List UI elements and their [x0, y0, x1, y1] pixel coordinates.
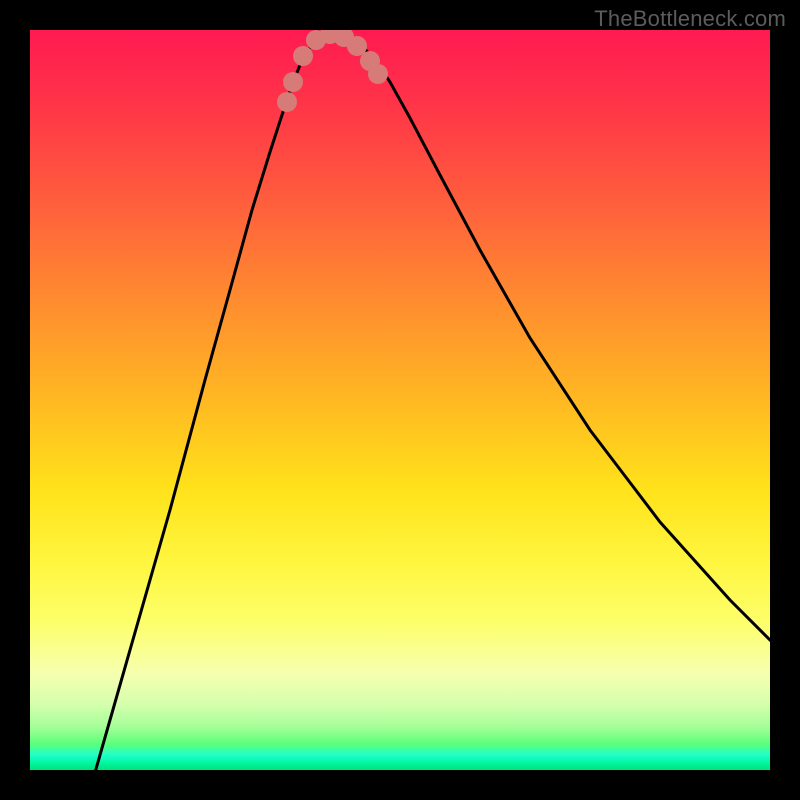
curve-group: [90, 32, 770, 770]
plot-area: [30, 30, 770, 770]
curve-marker: [283, 72, 303, 92]
curve-marker: [293, 46, 313, 66]
marker-group: [277, 30, 388, 112]
bottleneck-curve-left: [90, 32, 330, 770]
chart-frame: TheBottleneck.com: [0, 0, 800, 800]
chart-svg: [30, 30, 770, 770]
watermark-text: TheBottleneck.com: [594, 6, 786, 32]
curve-marker: [368, 64, 388, 84]
bottleneck-curve-right: [330, 32, 770, 660]
curve-marker: [277, 92, 297, 112]
